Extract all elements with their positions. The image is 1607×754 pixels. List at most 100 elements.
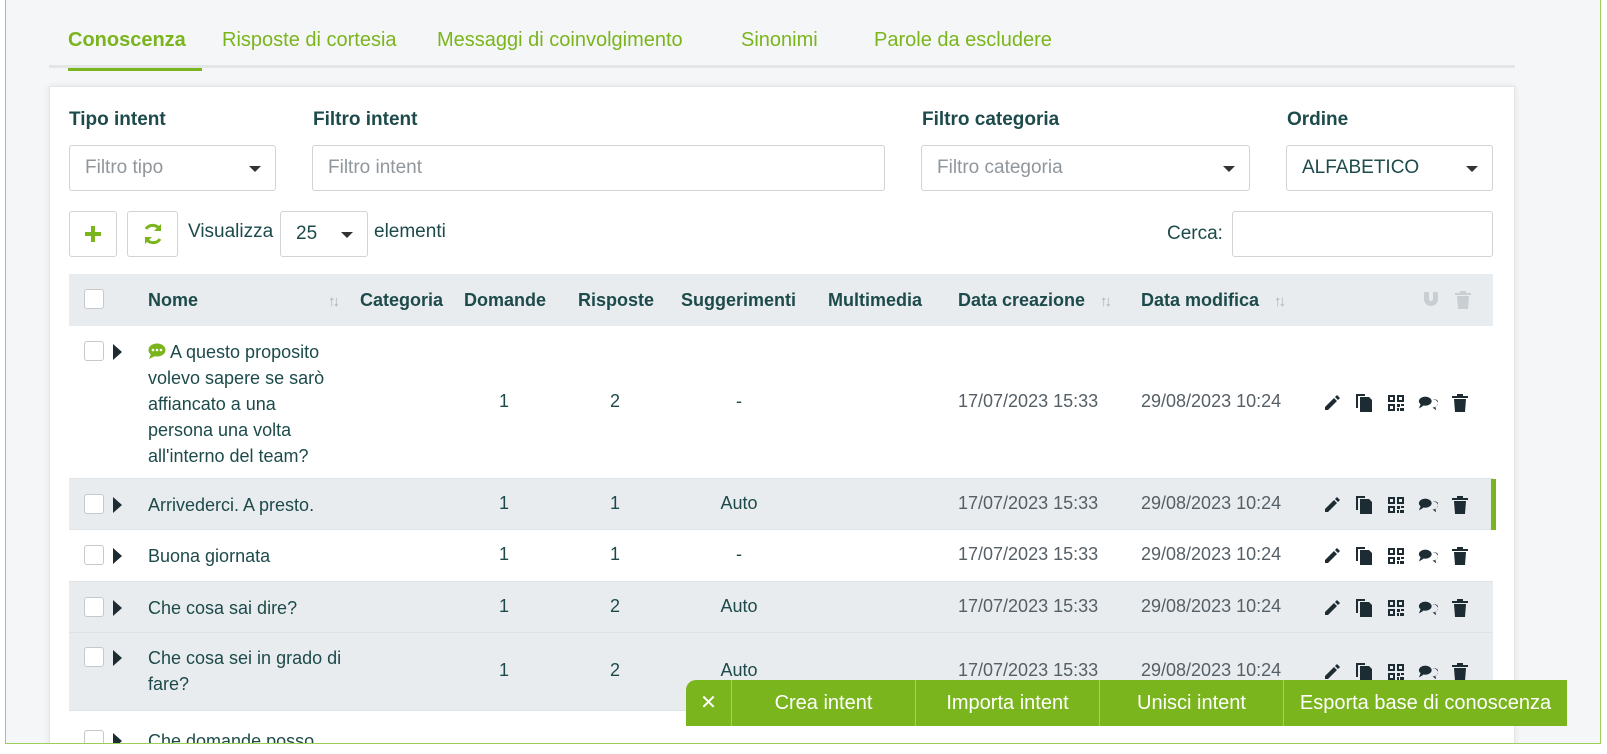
sort-icon[interactable]: ↑↓ xyxy=(1100,293,1112,310)
table-row[interactable]: A questo proposito volevo sapere se sarò a… xyxy=(69,327,1493,479)
chat-bubble-icon xyxy=(148,342,170,362)
edit-icon[interactable] xyxy=(1322,393,1342,413)
chat-icon[interactable] xyxy=(1418,393,1438,413)
row-checkbox[interactable] xyxy=(84,493,104,514)
intent-name[interactable]: Che cosa sei in grado di fare? xyxy=(148,645,341,697)
chat-icon[interactable] xyxy=(1418,546,1438,566)
type-filter-placeholder: Filtro tipo xyxy=(85,157,164,178)
row-checkbox[interactable] xyxy=(84,647,104,667)
copy-icon[interactable] xyxy=(1354,546,1374,566)
row-checkbox[interactable] xyxy=(84,596,104,617)
intent-name[interactable]: Buona giornata xyxy=(148,543,270,569)
knowledge-card: Tipo intent Filtro tipo Filtro intent Fi… xyxy=(49,86,1515,743)
expand-icon[interactable] xyxy=(113,548,122,564)
create-intent-button[interactable]: Crea intent xyxy=(731,680,915,726)
qr-code-icon[interactable] xyxy=(1386,662,1406,682)
search-input[interactable] xyxy=(1232,211,1493,257)
intent-name[interactable]: Che cosa sai dire? xyxy=(148,595,297,621)
sort-icon[interactable]: ↑↓ xyxy=(328,293,340,310)
type-filter-select[interactable]: Filtro tipo xyxy=(69,145,276,191)
column-name[interactable]: Nome xyxy=(148,274,198,326)
refresh-icon xyxy=(144,223,161,245)
copy-icon[interactable] xyxy=(1354,495,1374,515)
chevron-down-icon xyxy=(1466,166,1478,172)
delete-icon[interactable] xyxy=(1450,662,1470,682)
tab-messaggi-coinvolgimento[interactable]: Messaggi di coinvolgimento xyxy=(437,28,683,68)
row-actions xyxy=(1322,598,1470,618)
trash-icon[interactable] xyxy=(1454,290,1472,310)
page-size-value: 25 xyxy=(296,223,318,244)
copy-icon[interactable] xyxy=(1354,662,1374,682)
order-value: ALFABETICO xyxy=(1302,157,1420,178)
intent-filter-input[interactable]: Filtro intent xyxy=(312,145,885,191)
chat-icon[interactable] xyxy=(1418,495,1438,515)
qr-code-icon[interactable] xyxy=(1386,546,1406,566)
export-knowledge-button[interactable]: Esporta base di conoscenza xyxy=(1283,680,1567,726)
edit-icon[interactable] xyxy=(1322,598,1342,618)
order-label: Ordine xyxy=(1287,109,1349,130)
tab-risposte-cortesia[interactable]: Risposte di cortesia xyxy=(222,28,397,68)
suggestions-value: - xyxy=(736,391,742,411)
chat-icon[interactable] xyxy=(1418,662,1438,682)
questions-count: 1 xyxy=(498,544,509,564)
expand-icon[interactable] xyxy=(113,599,122,616)
tab-parole-escludere[interactable]: Parole da escludere xyxy=(874,28,1052,68)
expand-icon[interactable] xyxy=(113,650,122,666)
edit-icon[interactable] xyxy=(1322,662,1342,682)
order-select[interactable]: ALFABETICO xyxy=(1286,145,1493,191)
column-modified[interactable]: Data modifica xyxy=(1141,274,1259,326)
close-bar-button[interactable]: ✕ xyxy=(686,680,731,726)
suggestions-value: Auto xyxy=(720,660,758,680)
expand-icon[interactable] xyxy=(113,733,122,743)
import-intent-button[interactable]: Importa intent xyxy=(915,680,1099,726)
column-created[interactable]: Data creazione xyxy=(958,274,1085,326)
tab-sinonimi[interactable]: Sinonimi xyxy=(741,28,818,68)
created-date: 17/07/2023 15:33 xyxy=(958,492,1099,513)
merge-intent-button[interactable]: Unisci intent xyxy=(1099,680,1283,726)
page-size-select[interactable]: 25 xyxy=(280,211,368,257)
delete-icon[interactable] xyxy=(1450,495,1470,515)
close-icon: ✕ xyxy=(700,692,717,714)
merge-icon[interactable] xyxy=(1421,290,1441,310)
questions-count: 1 xyxy=(498,492,509,513)
tab-conoscenza[interactable]: Conoscenza xyxy=(68,28,202,71)
intent-name[interactable]: Arrivederci. A presto. xyxy=(148,492,314,518)
expand-icon[interactable] xyxy=(113,344,122,360)
search-label: Cerca: xyxy=(1167,223,1223,244)
qr-code-icon[interactable] xyxy=(1386,495,1406,515)
edit-icon[interactable] xyxy=(1322,495,1342,515)
column-suggestions: Suggerimenti xyxy=(681,290,797,310)
table-row[interactable]: Buona giornata 1 1 - 17/07/2023 15:33 29/08/2… xyxy=(69,530,1493,582)
qr-code-icon[interactable] xyxy=(1386,393,1406,413)
copy-icon[interactable] xyxy=(1354,393,1374,413)
questions-count: 1 xyxy=(498,660,509,680)
delete-icon[interactable] xyxy=(1450,598,1470,618)
intent-name-line: all'interno del team? xyxy=(148,446,309,466)
chat-icon[interactable] xyxy=(1418,598,1438,618)
intent-name[interactable]: A questo proposito volevo sapere se sarò a… xyxy=(148,339,324,469)
plus-icon xyxy=(85,226,101,242)
intent-name[interactable]: Che domande posso xyxy=(148,728,314,743)
select-all-checkbox[interactable] xyxy=(84,289,104,309)
edit-icon[interactable] xyxy=(1322,546,1342,566)
add-intent-button[interactable] xyxy=(69,211,117,257)
tab-bar: Conoscenza Risposte di cortesia Messaggi… xyxy=(49,20,1515,71)
refresh-button[interactable] xyxy=(127,211,178,257)
qr-code-icon[interactable] xyxy=(1386,598,1406,618)
sort-icon[interactable]: ↑↓ xyxy=(1274,293,1286,310)
answers-count: 1 xyxy=(609,492,620,513)
row-checkbox[interactable] xyxy=(84,730,104,743)
column-answers: Risposte xyxy=(578,290,655,310)
column-multimedia: Multimedia xyxy=(828,290,923,310)
row-checkbox[interactable] xyxy=(84,545,104,565)
table-row[interactable]: Arrivederci. A presto. 1 1 Auto 17/07/2023 1… xyxy=(69,479,1496,530)
row-actions xyxy=(1322,393,1470,413)
expand-icon[interactable] xyxy=(113,496,122,513)
delete-icon[interactable] xyxy=(1450,546,1470,566)
category-filter-select[interactable]: Filtro categoria xyxy=(921,145,1250,191)
type-filter-label: Tipo intent xyxy=(69,109,166,130)
copy-icon[interactable] xyxy=(1354,598,1374,618)
row-checkbox[interactable] xyxy=(84,341,104,361)
table-row[interactable]: Che cosa sai dire? 1 2 Auto 17/07/2023 15:33… xyxy=(69,582,1493,633)
delete-icon[interactable] xyxy=(1450,393,1470,413)
